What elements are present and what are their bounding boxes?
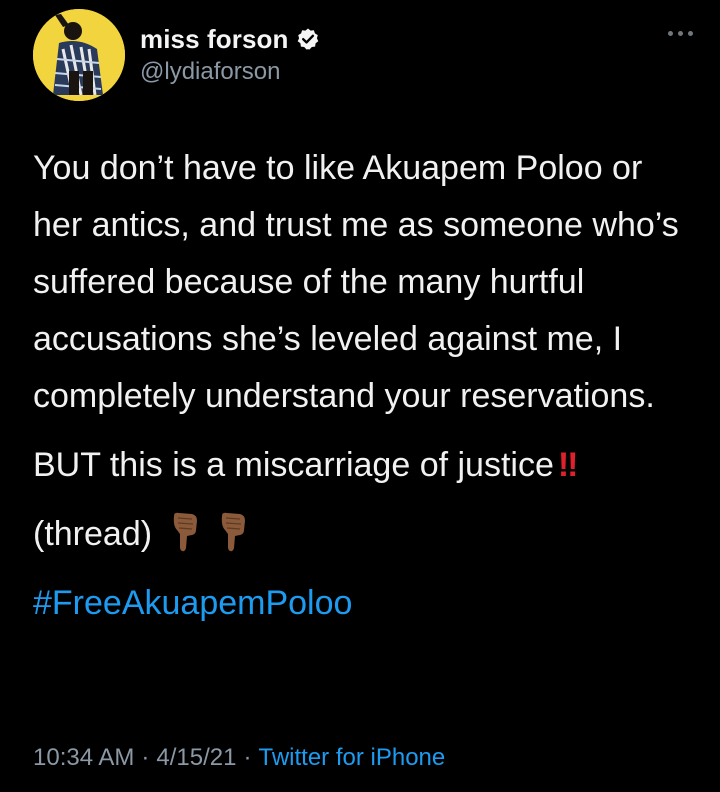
separator-dot: · [141,744,150,771]
tweet-paragraph-text: (thread) [33,515,153,553]
tweet-paragraph: (thread) [33,506,693,563]
tweet: miss forson @lydiaforson You don’t have … [0,0,720,792]
display-name-row: miss forson [140,23,320,55]
tweet-paragraph-text: BUT this is a miscarriage of justice [33,446,554,484]
tweet-metadata: 10:34 AM · 4/15/21 · Twitter for iPhone [33,744,445,772]
more-dot [688,31,693,36]
avatar-image [33,9,125,101]
more-dot [678,31,683,36]
hashtag-link[interactable]: #FreeAkuapemPoloo [33,575,693,632]
pointing-down-emoji-icon [170,512,200,552]
avatar[interactable] [33,9,125,101]
more-horizontal-icon[interactable] [668,31,693,36]
tweet-source-link[interactable]: Twitter for iPhone [258,744,445,771]
double-exclamation-emoji: ‼ [557,446,578,484]
tweet-header: miss forson @lydiaforson [33,7,693,103]
pointing-down-emoji-icon [218,512,248,552]
tweet-paragraph: You don’t have to like Akuapem Poloo or … [33,149,679,415]
tweet-time[interactable]: 10:34 AM [33,744,134,771]
author-info[interactable]: miss forson @lydiaforson [140,23,320,86]
verified-badge-icon [296,27,320,51]
separator-dot: · [243,744,252,771]
tweet-text: You don’t have to like Akuapem Poloo or … [33,140,693,632]
display-name[interactable]: miss forson [140,24,288,55]
author-handle[interactable]: @lydiaforson [140,58,320,86]
tweet-paragraph: BUT this is a miscarriage of justice ‼ [33,437,693,494]
tweet-date[interactable]: 4/15/21 [156,744,236,771]
more-dot [668,31,673,36]
